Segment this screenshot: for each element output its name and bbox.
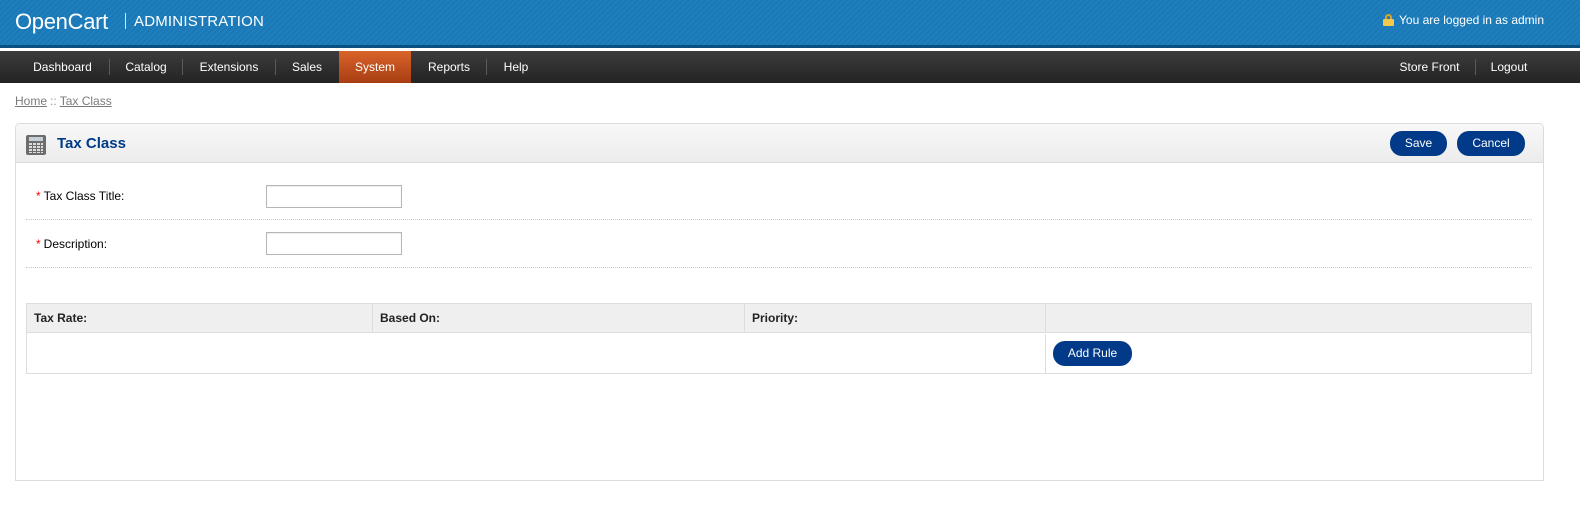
description-input[interactable] [266, 232, 402, 255]
breadcrumb-home-link[interactable]: Home [15, 94, 47, 108]
lock-icon [1383, 14, 1394, 26]
form-row-description: * Description: [26, 220, 1532, 268]
column-header-priority: Priority: [745, 304, 1046, 333]
menu-item-reports[interactable]: Reports [412, 51, 486, 83]
breadcrumb-separator: :: [50, 94, 57, 108]
tax-class-title-label: * Tax Class Title: [36, 189, 124, 203]
tax-class-title-input[interactable] [266, 185, 402, 208]
table-cell-empty [27, 334, 1046, 373]
calculator-icon [26, 135, 46, 155]
required-mark: * [36, 237, 41, 251]
form-row-tax-class-title: * Tax Class Title: [26, 173, 1532, 220]
box-heading: Tax Class Save Cancel [16, 124, 1543, 163]
description-label: * Description: [36, 237, 107, 251]
column-header-action [1046, 304, 1531, 333]
description-label-text: Description: [43, 237, 108, 251]
menu-item-help[interactable]: Help [487, 51, 545, 83]
logo-subtitle: ADMINISTRATION [134, 13, 265, 30]
save-button[interactable]: Save [1390, 131, 1447, 156]
menu-item-dashboard[interactable]: Dashboard [16, 51, 109, 83]
add-rule-button[interactable]: Add Rule [1053, 341, 1132, 366]
tax-rules-table: Tax Rate: Based On: Priority: Add Rule [26, 303, 1532, 374]
menu-item-store-front[interactable]: Store Front [1385, 51, 1474, 83]
page-title: Tax Class [57, 135, 126, 152]
logo-divider [125, 13, 126, 29]
table-footer-row: Add Rule [27, 334, 1531, 373]
menu-item-catalog[interactable]: Catalog [110, 51, 182, 83]
menu-item-extensions[interactable]: Extensions [183, 51, 275, 83]
logged-in-text: You are logged in as admin [1399, 13, 1544, 27]
tax-class-title-label-text: Tax Class Title: [43, 189, 125, 203]
content-box: Tax Class Save Cancel * Tax Class Title: … [15, 123, 1544, 481]
menu-item-sales[interactable]: Sales [276, 51, 338, 83]
column-header-tax-rate: Tax Rate: [27, 304, 373, 333]
breadcrumb-tax-class-link[interactable]: Tax Class [60, 94, 112, 108]
header-bar: OpenCart ADMINISTRATION You are logged i… [0, 0, 1580, 48]
menu-item-logout[interactable]: Logout [1476, 51, 1542, 83]
table-header: Tax Rate: Based On: Priority: [27, 304, 1531, 333]
cancel-button[interactable]: Cancel [1457, 131, 1525, 156]
opencart-logo[interactable]: OpenCart [15, 9, 108, 35]
column-header-based-on: Based On: [373, 304, 745, 333]
main-menu: Dashboard Catalog Extensions Sales Syste… [0, 51, 1580, 83]
breadcrumb: Home:: Tax Class [15, 94, 112, 108]
logged-in-status: You are logged in as admin [1383, 13, 1544, 27]
required-mark: * [36, 189, 41, 203]
menu-item-system[interactable]: System [339, 51, 411, 83]
